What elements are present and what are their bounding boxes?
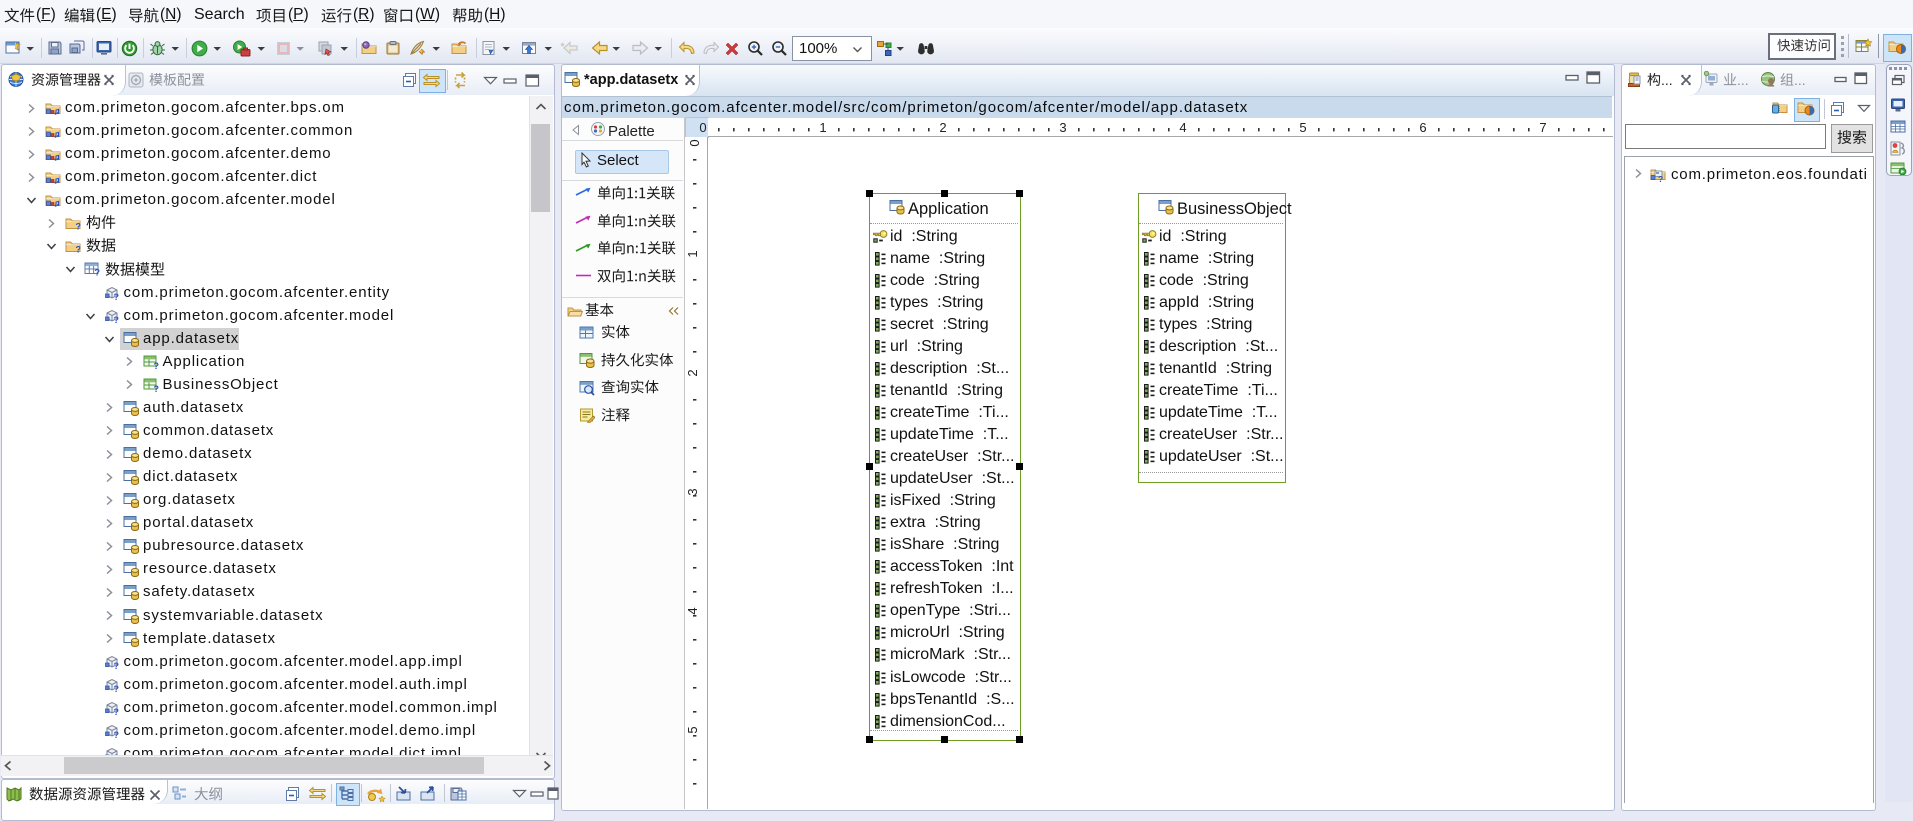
svg-text:?: ?: [153, 361, 159, 370]
svg-text:?: ?: [75, 222, 81, 232]
svg-text:3: 3: [685, 488, 700, 495]
svg-text:1: 1: [685, 250, 700, 257]
svg-text:7: 7: [1539, 120, 1546, 135]
svg-text:5: 5: [1299, 120, 1306, 135]
svg-text:?: ?: [153, 384, 159, 393]
svg-text:6: 6: [1419, 120, 1426, 135]
svg-text:?: ?: [113, 684, 119, 694]
svg-text:?: ?: [113, 315, 119, 325]
svg-text:0: 0: [687, 139, 702, 146]
svg-text:5: 5: [685, 726, 700, 733]
svg-text:?: ?: [95, 268, 101, 278]
svg-text:1: 1: [819, 120, 826, 135]
svg-text:?: ?: [113, 730, 119, 740]
svg-text:?: ?: [113, 707, 119, 717]
svg-text:3: 3: [1059, 120, 1066, 135]
svg-text:?: ?: [1658, 174, 1663, 183]
svg-text:4: 4: [1179, 120, 1186, 135]
svg-text:2: 2: [939, 120, 946, 135]
svg-text:?: ?: [113, 292, 119, 302]
svg-text:?: ?: [113, 661, 119, 671]
svg-text:?: ?: [75, 245, 81, 255]
svg-text:4: 4: [685, 607, 700, 614]
svg-text:2: 2: [685, 369, 700, 376]
